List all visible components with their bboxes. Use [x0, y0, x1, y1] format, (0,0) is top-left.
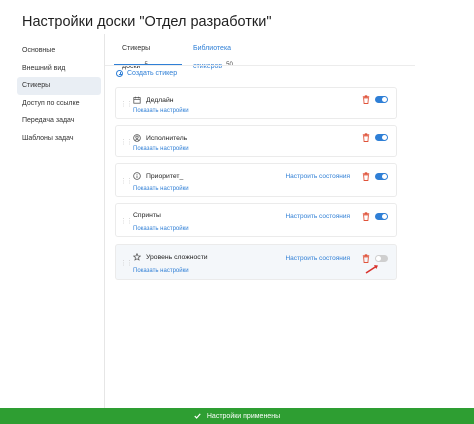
- pointer-arrow-icon: [365, 265, 378, 274]
- drag-handle-icon[interactable]: ⋮⋮: [120, 217, 133, 225]
- sticker-card-difficulty: ⋮⋮ Уровень сложности Показать настройки …: [115, 244, 397, 280]
- sticker-card-sprints: ⋮⋮ Спринты Показать настройки Настроить …: [115, 203, 397, 237]
- drag-handle-icon[interactable]: ⋮⋮: [120, 259, 133, 267]
- show-settings-link[interactable]: Показать настройки: [133, 146, 189, 152]
- sticker-toggle[interactable]: [375, 96, 388, 103]
- trash-icon[interactable]: [362, 133, 370, 142]
- sidebar-item-appearance[interactable]: Внешний вид: [17, 60, 101, 78]
- tab-sticker-library[interactable]: Библиотека стикеров50: [193, 40, 233, 70]
- sticker-name-text: Дедлайн: [146, 96, 174, 104]
- show-settings-link[interactable]: Показать настройки: [133, 186, 189, 192]
- sidebar-divider: [104, 34, 105, 408]
- tab-board-stickers[interactable]: Стикеры доски5: [122, 40, 150, 70]
- sticker-name: Дедлайн: [133, 96, 174, 104]
- sidebar-item-basic[interactable]: Основные: [17, 42, 101, 60]
- create-sticker-button[interactable]: Создать стикер: [116, 70, 177, 77]
- sticker-name: Уровень сложности: [133, 253, 208, 261]
- info-circle-icon: [133, 172, 141, 180]
- create-sticker-label: Создать стикер: [127, 70, 178, 77]
- toggle-knob: [376, 256, 381, 261]
- calendar-icon: [133, 96, 141, 104]
- settings-sidebar: Основные Внешний вид Стикеры Доступ по с…: [17, 42, 101, 147]
- drag-handle-icon[interactable]: ⋮⋮: [120, 138, 133, 146]
- sticker-card-deadline: ⋮⋮ Дедлайн Показать настройки: [115, 87, 397, 119]
- sticker-name-text: Исполнитель: [146, 134, 188, 142]
- show-settings-link[interactable]: Показать настройки: [133, 108, 189, 114]
- sticker-name: Исполнитель: [133, 134, 187, 142]
- trash-icon[interactable]: [362, 212, 370, 221]
- show-settings-link[interactable]: Показать настройки: [133, 268, 189, 274]
- plus-circle-icon: [116, 70, 123, 77]
- configure-states-link[interactable]: Настроить состояния: [285, 213, 350, 220]
- sticker-toggle[interactable]: [375, 213, 388, 220]
- toast-text: Настройки применены: [206, 412, 281, 420]
- configure-states-link[interactable]: Настроить состояния: [285, 255, 350, 262]
- star-icon: [133, 253, 141, 261]
- toggle-knob: [382, 97, 387, 102]
- drag-handle-icon[interactable]: ⋮⋮: [120, 177, 133, 185]
- sticker-name-text: Приоритет_: [146, 172, 184, 180]
- check-icon: [194, 413, 201, 419]
- trash-icon[interactable]: [362, 254, 370, 263]
- sidebar-item-task-templates[interactable]: Шаблоны задач: [17, 130, 101, 148]
- toggle-knob: [382, 135, 387, 140]
- sticker-name-text: Уровень сложности: [146, 253, 208, 261]
- sticker-name: Приоритет_: [133, 172, 183, 180]
- sticker-name: Спринты: [133, 212, 161, 219]
- user-icon: [133, 134, 141, 142]
- sidebar-item-link-access[interactable]: Доступ по ссылке: [17, 95, 101, 113]
- sidebar-item-task-transfer[interactable]: Передача задач: [17, 112, 101, 130]
- sticker-card-assignee: ⋮⋮ Исполнитель Показать настройки: [115, 125, 397, 157]
- trash-icon[interactable]: [362, 172, 370, 181]
- configure-states-link[interactable]: Настроить состояния: [285, 173, 350, 180]
- tabs-divider: [105, 65, 415, 66]
- page-title: Настройки доски "Отдел разработки": [22, 14, 272, 30]
- show-settings-link[interactable]: Показать настройки: [133, 226, 189, 232]
- toggle-knob: [382, 214, 387, 219]
- success-toast: Настройки применены: [0, 408, 474, 424]
- drag-handle-icon[interactable]: ⋮⋮: [120, 100, 133, 108]
- sticker-toggle[interactable]: [375, 173, 388, 180]
- sticker-name-text: Спринты: [133, 212, 161, 219]
- toggle-knob: [382, 174, 387, 179]
- sticker-toggle[interactable]: [375, 134, 388, 141]
- trash-icon[interactable]: [362, 95, 370, 104]
- sidebar-item-stickers[interactable]: Стикеры: [17, 77, 101, 95]
- sticker-toggle[interactable]: [375, 255, 388, 262]
- sticker-card-priority: ⋮⋮ Приоритет_ Показать настройки Настрои…: [115, 163, 397, 197]
